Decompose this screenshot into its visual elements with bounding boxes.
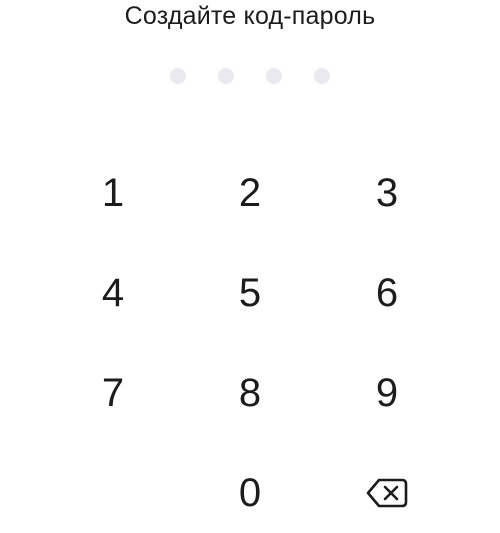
key-8[interactable]: 8: [200, 353, 300, 433]
key-9[interactable]: 9: [337, 353, 437, 433]
backspace-button[interactable]: [337, 453, 437, 533]
key-0[interactable]: 0: [200, 453, 300, 533]
backspace-icon: [366, 478, 408, 508]
passcode-dot: [170, 68, 186, 84]
key-7[interactable]: 7: [63, 353, 163, 433]
key-5[interactable]: 5: [200, 253, 300, 333]
key-1[interactable]: 1: [63, 153, 163, 233]
passcode-dot: [266, 68, 282, 84]
passcode-dot: [314, 68, 330, 84]
key-2[interactable]: 2: [200, 153, 300, 233]
key-4[interactable]: 4: [63, 253, 163, 333]
key-3[interactable]: 3: [337, 153, 437, 233]
passcode-dot: [218, 68, 234, 84]
page-title: Создайте код-пароль: [124, 2, 376, 30]
passcode-indicator: [170, 68, 330, 84]
key-6[interactable]: 6: [337, 253, 437, 333]
